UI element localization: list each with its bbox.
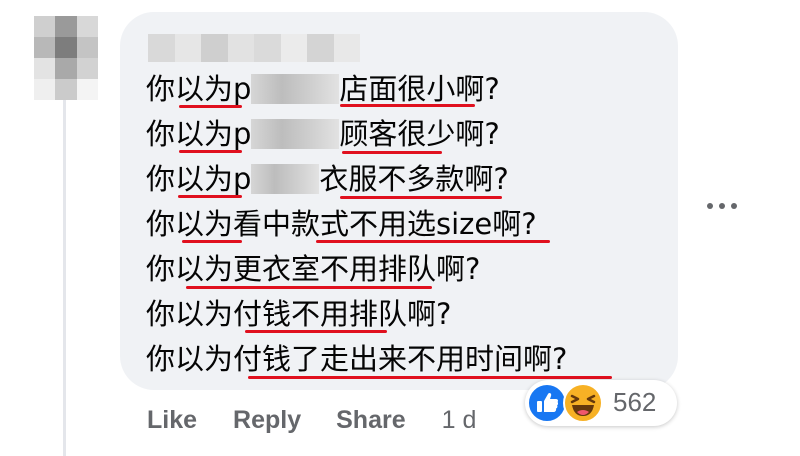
red-underline [186, 286, 432, 289]
red-underline [245, 330, 387, 333]
red-underline [178, 195, 242, 198]
thread-line [63, 96, 66, 456]
dot [731, 203, 737, 209]
dot [707, 203, 713, 209]
comment-actions: Like Reply Share 1 d [147, 402, 476, 438]
red-underline [179, 105, 242, 108]
red-underline [182, 240, 242, 243]
redacted-text [251, 119, 340, 149]
red-underline [179, 150, 242, 153]
haha-icon [563, 383, 603, 423]
red-underline [340, 104, 475, 107]
red-underline [248, 376, 612, 379]
avatar[interactable] [34, 16, 98, 100]
reply-button[interactable]: Reply [233, 406, 301, 435]
reactions-summary[interactable]: 562 [525, 380, 677, 426]
like-button[interactable]: Like [147, 406, 197, 435]
share-button[interactable]: Share [336, 406, 405, 435]
commenter-name-redacted[interactable] [148, 34, 360, 62]
red-underline [316, 240, 550, 243]
red-underline [342, 151, 442, 154]
timestamp[interactable]: 1 d [442, 406, 477, 435]
red-underline [340, 196, 502, 199]
reaction-count: 562 [613, 387, 657, 417]
redacted-text [251, 74, 340, 104]
more-options-button[interactable] [702, 194, 742, 218]
like-icon [527, 383, 567, 423]
redacted-text [251, 164, 320, 194]
dot [719, 203, 725, 209]
